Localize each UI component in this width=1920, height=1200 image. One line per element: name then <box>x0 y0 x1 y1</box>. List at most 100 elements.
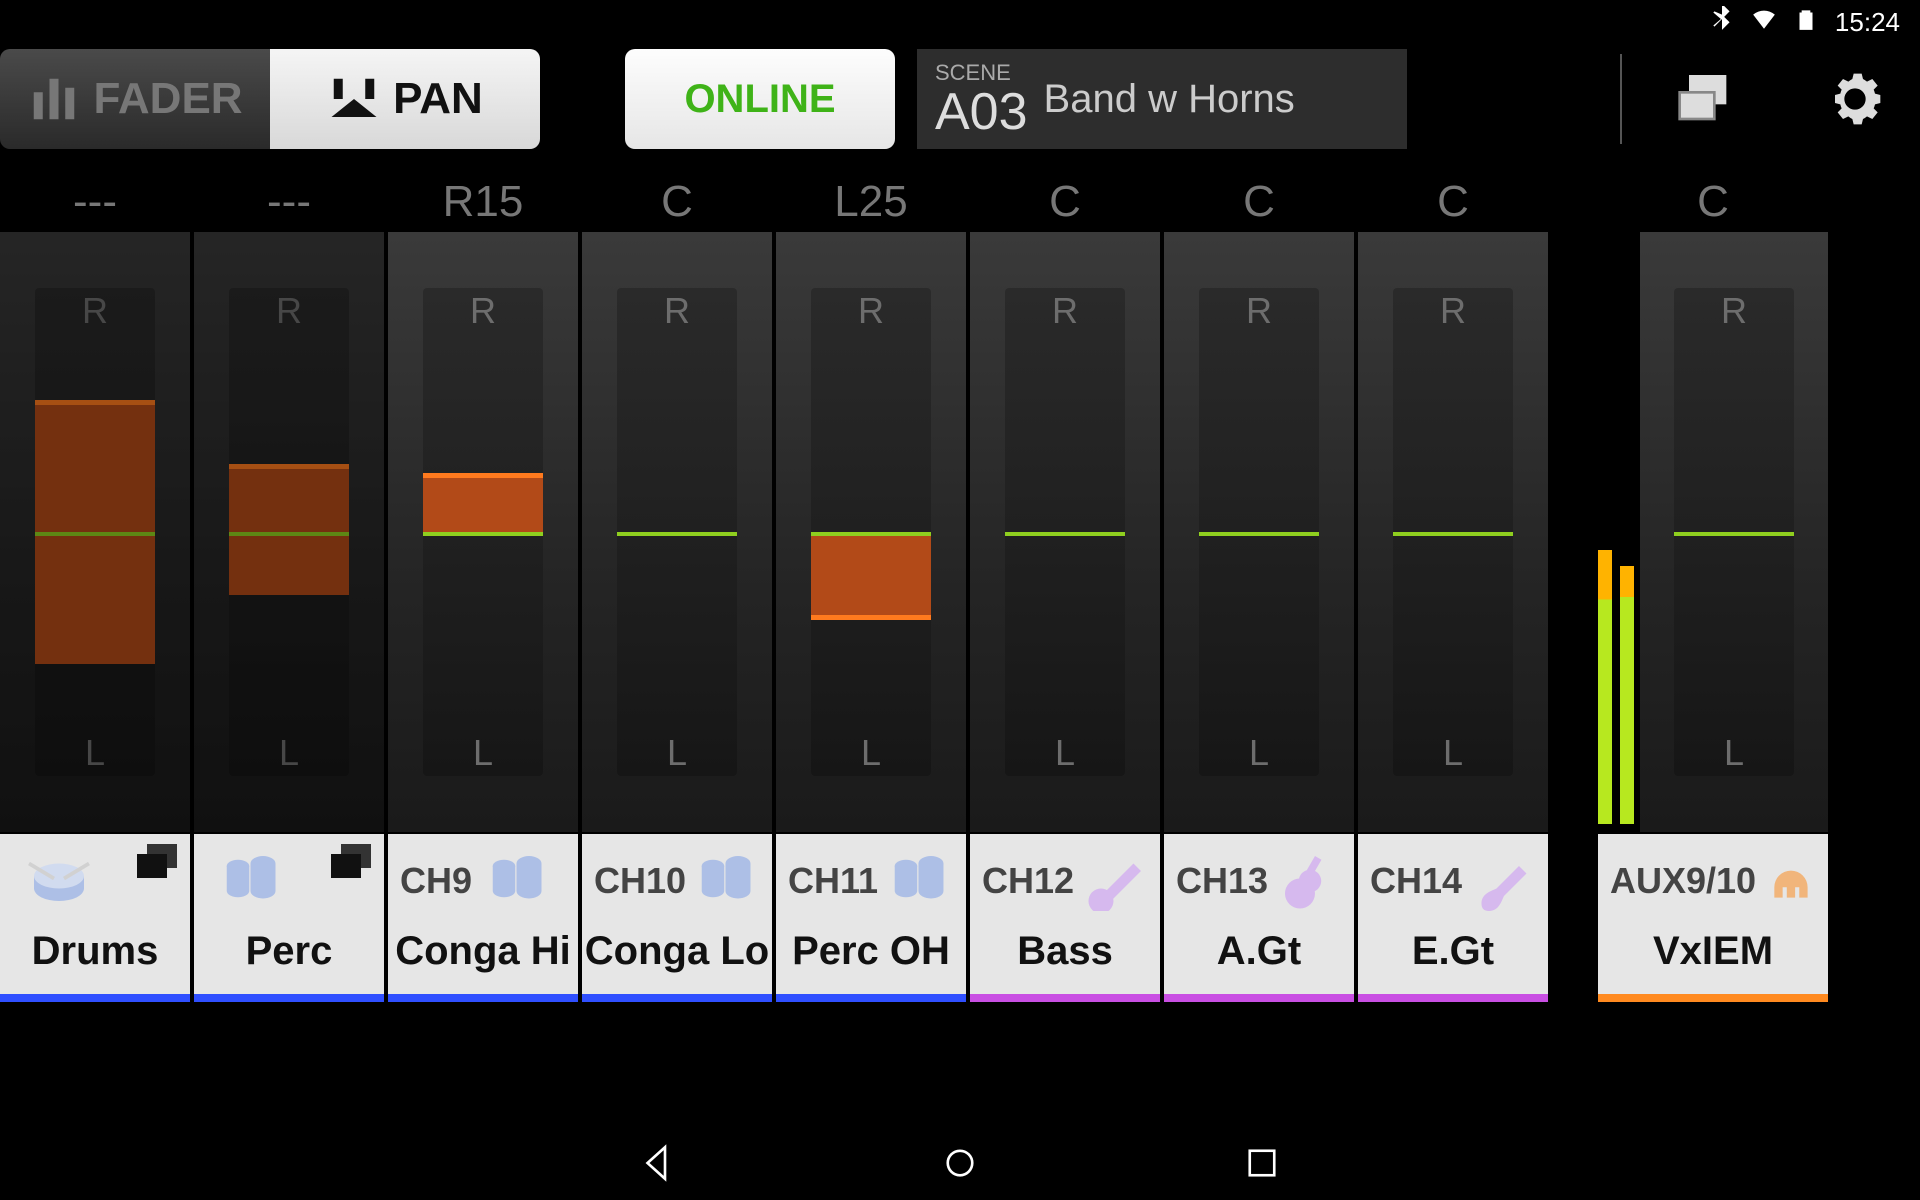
tab-fader-label: FADER <box>93 74 242 124</box>
channel-name: Bass <box>970 929 1160 984</box>
pan-value: C <box>582 172 772 232</box>
congas-icon <box>696 851 760 911</box>
mixer-area: --- R L Drums --- R L <box>0 172 1920 1002</box>
channel-label[interactable]: AUX9/10 VxIEM <box>1598 834 1828 1002</box>
channel-color-bar <box>776 994 966 1002</box>
channel-name: VxIEM <box>1598 929 1828 984</box>
online-button[interactable]: ONLINE <box>625 49 895 149</box>
channel-aux: C BAL R L AUX9/10 VxIEM <box>1598 172 1828 1002</box>
stack-icon <box>328 842 374 880</box>
pan-control[interactable]: R L <box>0 232 190 832</box>
channel-color-bar <box>970 994 1160 1002</box>
gear-icon <box>1823 67 1887 131</box>
pan-value: C <box>1598 172 1828 232</box>
bluetooth-icon <box>1709 6 1735 39</box>
wifi-icon <box>1751 6 1777 39</box>
aguitar-icon <box>1278 851 1342 911</box>
pan-value: --- <box>194 172 384 232</box>
view-mode-tabs: FADER PAN <box>0 49 540 149</box>
android-status-bar: 15:24 <box>0 0 1920 44</box>
pan-value: R15 <box>388 172 578 232</box>
channel-strip: C R L CH10 Conga Lo <box>582 172 772 1002</box>
tab-pan[interactable]: PAN <box>270 49 540 149</box>
channel-color-bar <box>582 994 772 1002</box>
channel-strip-group: --- R L Drums --- R L <box>0 172 1548 1002</box>
channel-color-bar <box>1164 994 1354 1002</box>
bass-icon <box>1084 851 1148 911</box>
channel-label[interactable]: Perc <box>194 834 384 1002</box>
android-nav-bar <box>0 1130 1920 1200</box>
channel-label[interactable]: CH13 A.Gt <box>1164 834 1354 1002</box>
windows-icon <box>1673 67 1737 131</box>
channel-id: CH10 <box>594 860 686 902</box>
windows-button[interactable] <box>1650 49 1760 149</box>
clock-text: 15:24 <box>1835 7 1900 38</box>
pan-icon <box>327 72 381 126</box>
channel-label[interactable]: CH14 E.Gt <box>1358 834 1548 1002</box>
channel-color-bar <box>194 994 384 1002</box>
stack-icon <box>134 842 180 880</box>
channel-name: Drums <box>0 929 190 984</box>
pan-control[interactable]: R L <box>776 232 966 832</box>
channel-label[interactable]: Drums <box>0 834 190 1002</box>
channel-name: A.Gt <box>1164 929 1354 984</box>
channel-id: CH9 <box>400 860 472 902</box>
aux-meters <box>1598 232 1634 832</box>
channel-strip: L25 R L CH11 Perc OH <box>776 172 966 1002</box>
channel-color-bar <box>0 994 190 1002</box>
channel-color-bar <box>388 994 578 1002</box>
channel-color-bar <box>1598 994 1828 1002</box>
channel-color-bar <box>1358 994 1548 1002</box>
home-button[interactable] <box>939 1142 981 1189</box>
scene-id: A03 <box>935 86 1028 138</box>
pan-control[interactable]: R L <box>970 232 1160 832</box>
pan-value: C <box>970 172 1160 232</box>
pan-value: C <box>1358 172 1548 232</box>
congas-icon <box>482 851 556 911</box>
meter-right <box>1620 566 1634 824</box>
channel-strip: C R L CH12 Bass <box>970 172 1160 1002</box>
battery-icon <box>1793 6 1819 39</box>
channel-id: CH13 <box>1176 860 1268 902</box>
recents-button[interactable] <box>1241 1142 1283 1189</box>
congas-icon <box>888 851 954 911</box>
channel-label[interactable]: CH10 Conga Lo <box>582 834 772 1002</box>
eguitar-icon <box>1472 851 1536 911</box>
meter-left <box>1598 550 1612 824</box>
channel-id: CH14 <box>1370 860 1462 902</box>
channel-id: CH11 <box>788 860 878 902</box>
channel-name: Conga Hi <box>388 929 578 984</box>
channel-strip: --- R L Drums <box>0 172 190 1002</box>
pan-control[interactable]: R L <box>1358 232 1548 832</box>
pan-value: L25 <box>776 172 966 232</box>
congas-icon <box>216 851 290 911</box>
scene-selector[interactable]: SCENE A03 Band w Horns <box>917 49 1407 149</box>
pan-control[interactable]: R L <box>1164 232 1354 832</box>
drum-icon <box>22 851 96 911</box>
channel-name: Perc OH <box>776 929 966 984</box>
pan-control[interactable]: R L <box>1640 232 1828 832</box>
back-button[interactable] <box>637 1142 679 1189</box>
tab-fader[interactable]: FADER <box>0 49 270 149</box>
pan-control[interactable]: R L <box>582 232 772 832</box>
channel-label[interactable]: CH12 Bass <box>970 834 1160 1002</box>
pan-control[interactable]: R L <box>388 232 578 832</box>
fader-icon <box>27 72 81 126</box>
channel-strip: R15 R L CH9 Conga Hi <box>388 172 578 1002</box>
channel-name: Conga Lo <box>582 929 772 984</box>
channel-label[interactable]: CH9 Conga Hi <box>388 834 578 1002</box>
pan-value: --- <box>0 172 190 232</box>
channel-label[interactable]: CH11 Perc OH <box>776 834 966 1002</box>
toolbar: FADER PAN ONLINE SCENE A03 Band w Horns <box>0 44 1920 154</box>
settings-button[interactable] <box>1800 49 1910 149</box>
channel-strip: C R L CH13 A.Gt <box>1164 172 1354 1002</box>
channel-name: Perc <box>194 929 384 984</box>
headphones-icon <box>1766 851 1816 911</box>
online-label: ONLINE <box>684 77 835 122</box>
channel-strip: C R L CH14 E.Gt <box>1358 172 1548 1002</box>
pan-control[interactable]: R L <box>194 232 384 832</box>
channel-id: CH12 <box>982 860 1074 902</box>
scene-name: Band w Horns <box>1044 77 1295 122</box>
channel-id: AUX9/10 <box>1610 860 1756 902</box>
tab-pan-label: PAN <box>393 74 483 124</box>
